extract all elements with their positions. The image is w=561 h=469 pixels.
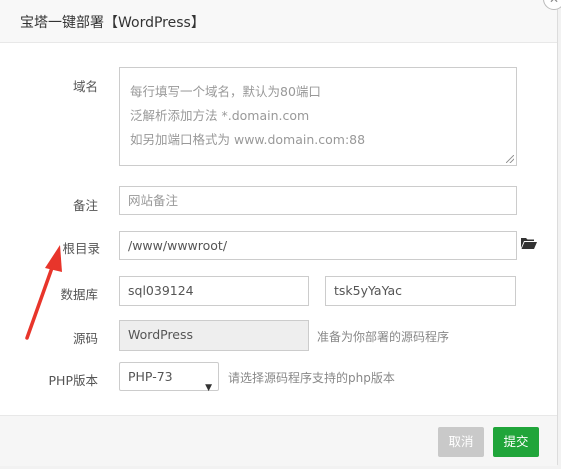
source-value: WordPress	[128, 327, 194, 342]
database-label: 数据库	[60, 287, 98, 302]
php-version-label: PHP版本	[48, 373, 98, 388]
dialog-title-bar: 宝塔一键部署【WordPress】	[0, 0, 557, 43]
php-version-hint: 请选择源码程序支持的php版本	[228, 371, 395, 385]
root-dir-label: 根目录	[62, 241, 100, 256]
chevron-down-icon: ▼	[205, 383, 212, 393]
php-version-selected: PHP-73	[128, 369, 173, 384]
db-password-input[interactable]: tsk5yYaYac	[325, 276, 516, 306]
note-placeholder: 网站备注	[128, 193, 179, 208]
submit-button[interactable]: 提交	[493, 427, 539, 457]
php-version-select[interactable]: PHP-73 ▼	[119, 362, 219, 393]
db-name-input[interactable]: sql039124	[119, 276, 309, 306]
domain-textarea[interactable]: 每行填写一个域名，默认为80端口 泛解析添加方法 *.domain.com 如另…	[119, 67, 517, 166]
note-label: 备注	[72, 198, 98, 213]
source-label: 源码	[72, 331, 98, 346]
source-hint: 准备为你部署的源码程序	[317, 330, 450, 344]
domain-placeholder-line-3: 如另加端口格式为 www.domain.com:88	[130, 132, 366, 147]
folder-open-icon[interactable]	[521, 237, 537, 249]
resize-grip-icon[interactable]	[506, 155, 514, 163]
dialog-title: 宝塔一键部署【WordPress】	[20, 15, 205, 31]
cancel-button[interactable]: 取消	[438, 427, 484, 457]
note-input[interactable]: 网站备注	[119, 186, 517, 215]
domain-label: 域名	[72, 79, 98, 94]
db-password-value: tsk5yYaYac	[334, 283, 403, 298]
root-dir-input[interactable]: /www/wwwroot/	[119, 231, 517, 260]
source-input: WordPress	[119, 320, 309, 351]
db-name-value: sql039124	[128, 283, 194, 298]
domain-placeholder-line-1: 每行填写一个域名，默认为80端口	[130, 84, 321, 99]
deploy-dialog: 宝塔一键部署【WordPress】 ✕ 域名 每行填写一个域名，默认为80端口 …	[0, 0, 561, 466]
domain-placeholder-line-2: 泛解析添加方法 *.domain.com	[130, 108, 310, 123]
dialog-footer: 取消 提交	[0, 415, 557, 466]
root-dir-value: /www/wwwroot/	[128, 238, 228, 253]
